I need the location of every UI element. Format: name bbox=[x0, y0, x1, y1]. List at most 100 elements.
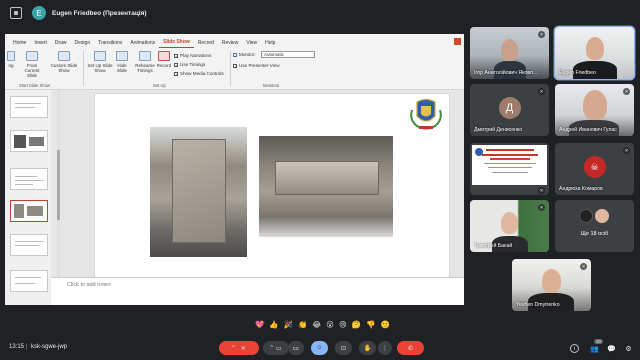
from-current-button[interactable]: From Current Slide bbox=[19, 51, 45, 78]
checkbox-icon: ✓ bbox=[174, 53, 179, 59]
thumbnail-scrollbar[interactable] bbox=[57, 90, 60, 305]
emoji-button[interactable]: ☺ bbox=[311, 341, 328, 355]
slide-thumbnail[interactable] bbox=[10, 96, 48, 118]
meet-window: E Eugen Friedbeo (Презентація) Home Inser… bbox=[0, 0, 640, 360]
ppt-workspace: Click to add notes bbox=[5, 90, 464, 305]
group-start-label: Start Slide Show bbox=[19, 83, 50, 88]
ribbon-tab-animations[interactable]: Animations bbox=[126, 40, 159, 48]
reaction-emoji[interactable]: 🤔 bbox=[352, 320, 361, 329]
present-button[interactable]: ⊡ bbox=[335, 341, 352, 355]
presenter-view-check[interactable]: ✓ Use Presenter View bbox=[233, 63, 280, 68]
participant-tile[interactable]: Д ✕ Дмитрий Денисенко bbox=[470, 84, 549, 136]
play-narrations-check[interactable]: ✓ Play Narrations bbox=[174, 53, 211, 58]
ribbon-tab-home[interactable]: Home bbox=[9, 40, 30, 48]
mic-off-icon: ✕ bbox=[623, 147, 630, 154]
slide-thumbnail[interactable] bbox=[10, 234, 48, 256]
participant-name: Дмитрий Денисенко bbox=[474, 127, 523, 133]
group-divider bbox=[230, 51, 231, 86]
reaction-emoji[interactable]: 👎 bbox=[366, 320, 375, 329]
monitor-row: Monitor: bbox=[233, 52, 256, 57]
reaction-emoji[interactable]: 😢 bbox=[339, 320, 347, 329]
info-icon[interactable]: i bbox=[570, 344, 579, 353]
reaction-emoji[interactable]: 😂 bbox=[312, 320, 321, 329]
ribbon-tab-view[interactable]: View bbox=[242, 40, 261, 48]
ribbon-tab-draw[interactable]: Draw bbox=[51, 40, 71, 48]
custom-show-icon bbox=[58, 51, 70, 61]
ribbon-tab-slide-show[interactable]: Slide Show bbox=[159, 39, 194, 48]
show-media-controls-check[interactable]: ✓ Show Media Controls bbox=[174, 71, 224, 76]
hide-slide-icon bbox=[116, 51, 128, 61]
mic-off-icon: ✕ bbox=[538, 204, 545, 211]
participant-avatar: Д bbox=[498, 97, 521, 119]
participant-tile[interactable]: ✕ Ігор Анатолійович Яковл... bbox=[470, 27, 549, 79]
reaction-emoji[interactable]: 😮 bbox=[326, 320, 334, 329]
ribbon-tab-record[interactable]: Record bbox=[194, 40, 218, 48]
slide-thumbnail[interactable] bbox=[10, 270, 48, 292]
checkbox-icon: ✓ bbox=[174, 62, 179, 68]
record-icon bbox=[158, 51, 170, 61]
participant-tile[interactable]: ✕ Тимофей Бакай bbox=[470, 200, 549, 252]
ribbon: ng From Current Slide Custom Slide Show … bbox=[5, 48, 464, 90]
mic-toggle-button[interactable]: ^ ✕ bbox=[219, 341, 259, 355]
participant-tile[interactable]: ☠ ✕ Андрюха Комаров bbox=[555, 143, 634, 195]
coat-of-arms-icon bbox=[410, 98, 442, 130]
slide-thumbnails bbox=[5, 90, 51, 305]
people-icon[interactable]: 👥 bbox=[590, 344, 599, 353]
ribbon-tab-design[interactable]: Design bbox=[71, 40, 95, 48]
more-participants-label: Ще 18 осіб bbox=[580, 231, 609, 238]
more-options-button[interactable]: ⋮ bbox=[378, 341, 392, 355]
notes-pane[interactable]: Click to add notes bbox=[51, 277, 464, 305]
from-beginning-button[interactable]: ng bbox=[5, 51, 17, 68]
participant-tile-screen[interactable]: ✕ bbox=[470, 143, 549, 195]
more-participants-tile[interactable]: Ще 18 осіб bbox=[555, 200, 634, 252]
hide-slide-button[interactable]: Hide Slide bbox=[113, 51, 131, 73]
shared-screen-powerpoint[interactable]: Home Insert Draw Design Transitions Animation… bbox=[5, 34, 464, 305]
participant-count-badge: 20 bbox=[594, 339, 604, 344]
participant-name: Андрюха Комаров bbox=[559, 186, 603, 192]
reaction-emoji[interactable]: 👏 bbox=[298, 320, 307, 329]
participant-tile-active[interactable]: Eugen Friedbeo bbox=[555, 27, 634, 79]
record-button[interactable]: Record bbox=[156, 51, 172, 68]
reaction-emoji[interactable]: 🎉 bbox=[284, 320, 293, 329]
slide-thumbnail[interactable] bbox=[10, 130, 48, 152]
meet-control-bar: 13:15 | ksk-sgwe-jwp ^ ✕ ^ ▭ CC ☺ ⊡ ✋ ⋮ … bbox=[0, 334, 640, 360]
rehearse-timings-button[interactable]: Rehearse Timings bbox=[133, 51, 157, 73]
slide-thumbnail[interactable] bbox=[10, 168, 48, 190]
ribbon-tab-review[interactable]: Review bbox=[218, 40, 242, 48]
current-slide[interactable] bbox=[95, 94, 449, 294]
mic-off-icon: ✕ bbox=[240, 345, 246, 352]
pin-icon[interactable] bbox=[10, 7, 22, 19]
slide-thumbnail-selected[interactable] bbox=[10, 200, 48, 222]
ribbon-tab-transitions[interactable]: Transitions bbox=[94, 40, 126, 48]
participant-tile[interactable]: ✕ Андрей Ивaнович Гулас bbox=[555, 84, 634, 136]
participant-name: Eugen Friedbeo bbox=[559, 70, 596, 76]
chat-icon[interactable]: 💬 bbox=[607, 344, 616, 353]
monitor-dropdown[interactable]: Automatic bbox=[261, 51, 315, 58]
chevron-up-icon: ^ bbox=[270, 345, 273, 351]
group-divider bbox=[83, 51, 84, 86]
activities-icon[interactable]: ⚙ bbox=[624, 344, 633, 353]
ribbon-tab-help[interactable]: Help bbox=[261, 40, 279, 48]
camera-toggle-button[interactable]: ^ ▭ bbox=[263, 341, 289, 355]
reaction-emoji[interactable]: 👍 bbox=[269, 320, 278, 329]
reaction-emoji[interactable]: 💖 bbox=[255, 320, 264, 329]
checkbox-icon: ✓ bbox=[174, 71, 179, 77]
setup-show-button[interactable]: Set Up Slide Show bbox=[87, 51, 113, 73]
raise-hand-button[interactable]: ✋ bbox=[359, 341, 376, 355]
mic-off-icon: ✕ bbox=[538, 31, 545, 38]
participant-name: Ігор Анатолійович Яковл... bbox=[474, 70, 538, 76]
self-view-tile[interactable]: ✕ Yevhen Dmytrenko bbox=[512, 259, 591, 311]
leave-call-button[interactable]: ✆ bbox=[397, 341, 424, 355]
reaction-bar: 💖 👍 🎉 👏 😂 😮 😢 🤔 👎 🙂 bbox=[255, 318, 390, 330]
custom-show-button[interactable]: Custom Slide Show bbox=[49, 51, 79, 73]
ribbon-tab-insert[interactable]: Insert bbox=[30, 40, 51, 48]
captions-button[interactable]: CC bbox=[288, 341, 304, 355]
slab-photo-right bbox=[259, 136, 393, 237]
present-icon: ⊡ bbox=[340, 345, 347, 352]
reaction-emoji[interactable]: 🙂 bbox=[380, 320, 389, 329]
ppt-close-icon[interactable] bbox=[454, 38, 461, 45]
mic-off-icon: ✕ bbox=[538, 187, 545, 194]
group-monitors-label: Monitors bbox=[263, 83, 280, 88]
monitor-icon bbox=[233, 52, 237, 57]
use-timings-check[interactable]: ✓ Use Timings bbox=[174, 62, 205, 67]
